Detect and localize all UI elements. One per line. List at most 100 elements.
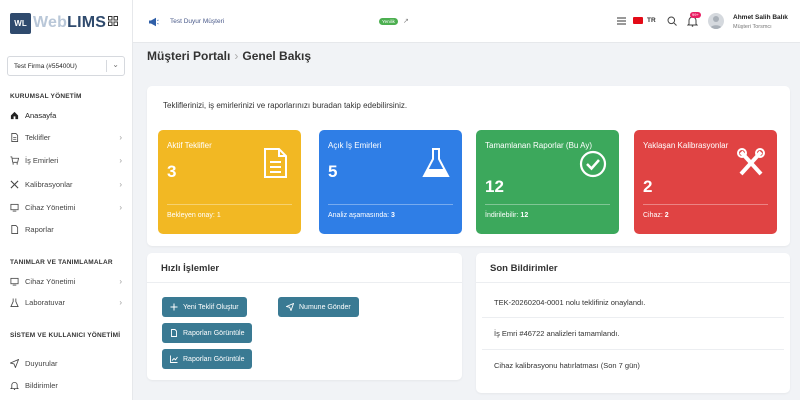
megaphone-icon <box>149 17 159 27</box>
sidebar-item-label: Bildirimler <box>25 380 58 390</box>
logo-mark: WL <box>10 12 31 34</box>
sidebar-item-laboratory[interactable]: Laboratuvar › <box>10 294 128 310</box>
sidebar-item-announcements[interactable]: Duyurular <box>10 355 128 371</box>
card-footer: Analiz aşamasında: 3 <box>328 212 395 219</box>
sidebar-item-label: Laboratuvar <box>25 297 66 307</box>
logo-text: WebLIMS <box>33 14 106 32</box>
card-open-work-orders[interactable]: Açık İş Emirleri 5 Analiz aşamasında: 3 <box>319 130 462 234</box>
sidebar-item-label: Kalibrasyonlar <box>25 179 73 189</box>
card-footer-value: 3 <box>391 212 395 219</box>
new-quote-button[interactable]: Yeni Teklif Oluştur <box>162 297 247 317</box>
card-value: 5 <box>328 162 338 181</box>
external-link-icon[interactable]: ↗ <box>403 17 409 25</box>
card-footer-value: 12 <box>520 212 529 219</box>
document-icon <box>11 132 19 142</box>
card-title: Aktif Teklifler <box>167 141 212 150</box>
chevron-right-icon: › <box>119 155 122 165</box>
card-title: Yaklaşan Kalibrasyonlar <box>643 141 729 150</box>
card-footer: Cihaz: 2 <box>643 212 669 219</box>
card-footer-label: Bekleyen onay: <box>167 212 215 219</box>
logo-name: LIMS <box>67 14 107 31</box>
sidebar-item-device-management[interactable]: Cihaz Yönetimi › <box>10 199 128 215</box>
card-value: 2 <box>643 177 653 196</box>
card-active-quotes[interactable]: Aktif Teklifler 3 Bekleyen onay: 1 <box>158 130 301 234</box>
avatar[interactable] <box>708 13 724 29</box>
report-icon <box>11 224 19 234</box>
button-label: Raporları Görüntüle <box>183 355 245 363</box>
sidebar-item-label: Cihaz Yönetimi <box>25 276 76 286</box>
turkey-flag-icon[interactable] <box>633 17 643 24</box>
sidebar-item-notifications[interactable]: Bildirimler <box>10 377 128 393</box>
user-name[interactable]: Ahmet Salih Balık <box>733 14 788 21</box>
card-divider <box>485 204 610 205</box>
view-reports-button[interactable]: Raporları Görüntüle <box>162 323 253 343</box>
card-title: Açık İş Emirleri <box>328 141 382 150</box>
card-value: 12 <box>485 177 504 196</box>
plus-icon <box>170 303 178 311</box>
notification-item[interactable]: TEK-20260204-0001 nolu teklifiniz onayla… <box>494 298 645 307</box>
overview-panel: Tekliflerinizi, iş emirlerinizi ve rapor… <box>147 86 790 246</box>
notification-divider <box>482 349 784 350</box>
quick-actions-panel: Hızlı İşlemler Yeni Teklif Oluştur Numun… <box>147 253 462 380</box>
menu-icon[interactable] <box>617 17 626 25</box>
view-reports-chart-button[interactable]: Raporları Görüntüle <box>162 349 253 369</box>
panel-divider <box>147 282 462 283</box>
card-footer-value: 1 <box>216 212 221 219</box>
card-footer-label: Cihaz: <box>643 212 663 219</box>
user-icon <box>710 16 722 29</box>
language-selector[interactable]: TR <box>647 17 656 24</box>
company-select-value: Test Firma (#55400U) <box>14 62 77 70</box>
card-footer-value: 2 <box>664 212 669 219</box>
breadcrumb: Müşteri Portalı › Genel Bakış <box>147 49 311 63</box>
app-logo[interactable]: WL WebLIMS <box>10 10 106 36</box>
breadcrumb-current: Genel Bakış <box>242 49 312 63</box>
sidebar-item-device-management-2[interactable]: Cihaz Yönetimi › <box>10 273 128 289</box>
apps-grid-icon[interactable] <box>108 16 118 26</box>
chevron-right-icon: › <box>119 132 122 142</box>
sidebar-item-label: Raporlar <box>25 224 54 234</box>
cart-icon <box>10 155 19 165</box>
notification-item[interactable]: İş Emri #46722 analizleri tamamlandı. <box>494 329 619 338</box>
card-completed-reports[interactable]: Tamamlanan Raporlar (Bu Ay) 12 İndirileb… <box>476 130 619 234</box>
notifications-panel: Son Bildirimler TEK-20260204-0001 nolu t… <box>476 253 790 393</box>
announcement-text[interactable]: Test Duyur Müşteri <box>170 18 224 25</box>
send-sample-button[interactable]: Numune Gönder <box>278 297 359 317</box>
sidebar-item-calibrations[interactable]: Kalibrasyonlar › <box>10 176 128 192</box>
notification-count-badge: 99+ <box>690 12 701 18</box>
chevron-right-icon: › <box>119 276 122 286</box>
section-title-corporate: KURUMSAL YÖNETİM <box>10 93 82 100</box>
card-divider <box>328 204 453 205</box>
card-divider <box>643 204 768 205</box>
notifications-title: Son Bildirimler <box>490 263 558 274</box>
sidebar-item-label: Anasayfa <box>25 110 57 120</box>
send-icon <box>286 303 294 311</box>
logo-prefix: Web <box>33 14 68 31</box>
company-select[interactable]: Test Firma (#55400U) ⌄ <box>7 56 125 76</box>
card-footer-label: İndirilebilir: <box>485 212 519 219</box>
lab-icon <box>10 297 19 307</box>
card-footer: Bekleyen onay: 1 <box>167 212 221 219</box>
card-footer: İndirilebilir: 12 <box>485 212 528 219</box>
breadcrumb-separator-icon: › <box>234 49 239 63</box>
breadcrumb-root[interactable]: Müşteri Portalı <box>147 49 230 63</box>
chevron-right-icon: › <box>119 297 122 307</box>
sidebar-item-work-orders[interactable]: İş Emirleri › <box>10 152 128 168</box>
notification-item[interactable]: Cihaz kalibrasyonu hatırlatması (Son 7 g… <box>494 361 640 370</box>
document-icon <box>171 329 177 337</box>
section-title-definitions: TANIMLAR VE TANIMLAMALAR <box>10 259 113 266</box>
sidebar-item-quotes[interactable]: Teklifler › <box>10 129 128 145</box>
chevron-down-icon: ⌄ <box>112 60 119 69</box>
chevron-right-icon: › <box>119 202 122 212</box>
button-label: Yeni Teklif Oluştur <box>183 303 239 311</box>
check-circle-icon <box>579 150 607 178</box>
sidebar-item-label: Duyurular <box>25 358 58 368</box>
sidebar-item-home[interactable]: Anasayfa <box>10 107 128 123</box>
card-upcoming-calibrations[interactable]: Yaklaşan Kalibrasyonlar 2 Cihaz: 2 <box>634 130 777 234</box>
sidebar-item-label: İş Emirleri <box>25 155 59 165</box>
chevron-right-icon: › <box>119 179 122 189</box>
sidebar-item-reports[interactable]: Raporlar <box>10 221 128 237</box>
topbar: Test Duyur Müşteri Yenilik ↗ TR 99+ Ahme… <box>133 0 800 43</box>
search-icon[interactable] <box>667 16 677 26</box>
notification-divider <box>482 317 784 318</box>
document-icon <box>264 148 287 178</box>
